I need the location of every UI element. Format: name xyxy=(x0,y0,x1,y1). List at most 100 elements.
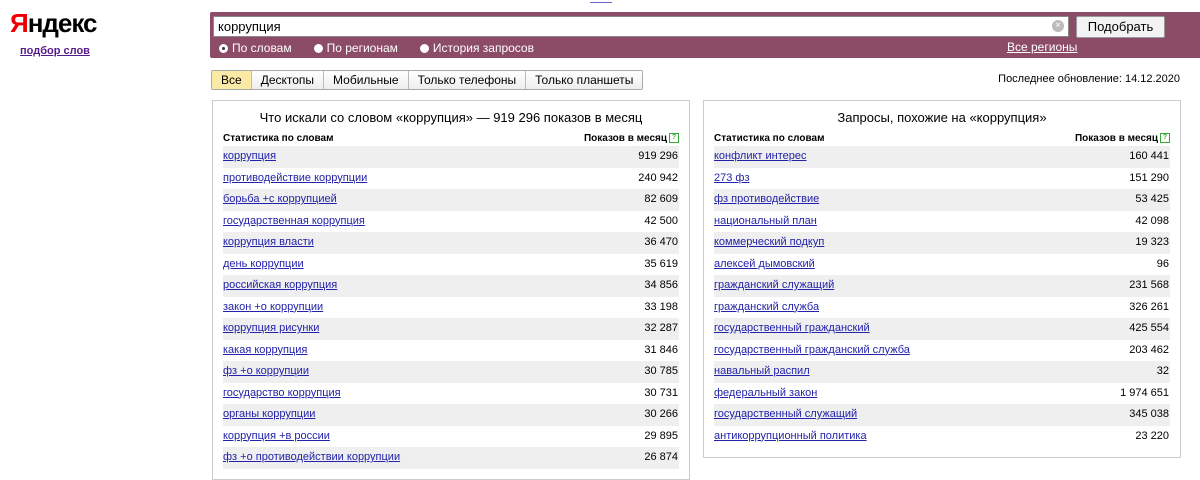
tab-mobile[interactable]: Мобильные xyxy=(323,71,408,89)
query-link[interactable]: коррупция власти xyxy=(223,232,314,254)
radio-dot-icon xyxy=(219,43,228,53)
query-link[interactable]: государственная коррупция xyxy=(223,211,365,233)
top-divider xyxy=(590,0,612,3)
radio-history[interactable]: История запросов xyxy=(419,41,534,55)
clear-icon[interactable]: × xyxy=(1052,20,1064,32)
query-link[interactable]: закон +о коррупции xyxy=(223,297,323,319)
all-regions-link[interactable]: Все регионы xyxy=(1007,40,1077,54)
table-row: какая коррупция 31 846 xyxy=(223,340,679,362)
table-row: коррупция +в россии 29 895 xyxy=(223,426,679,448)
shows-count: 231 568 xyxy=(1129,279,1169,291)
shows-count: 151 290 xyxy=(1129,171,1169,184)
query-link[interactable]: фз противодействие xyxy=(714,189,819,211)
radio-by-words[interactable]: По словам xyxy=(219,41,292,55)
column-header-shows: Показов в месяц? xyxy=(1075,132,1170,146)
shows-count: 32 287 xyxy=(644,322,678,334)
query-link[interactable]: органы коррупции xyxy=(223,404,315,426)
shows-count: 240 942 xyxy=(638,171,678,184)
query-link[interactable]: государство коррупция xyxy=(223,383,341,405)
help-icon[interactable]: ? xyxy=(669,133,679,144)
radio-by-regions[interactable]: По регионам xyxy=(313,41,398,55)
shows-count: 345 038 xyxy=(1129,408,1169,420)
table-row: конфликт интерес 160 441 xyxy=(714,146,1170,168)
table-row: алексей дымовский 96 xyxy=(714,254,1170,276)
table-row: 273 фз 151 290 xyxy=(714,168,1170,190)
yandex-logo[interactable]: Яндекс xyxy=(10,8,97,39)
query-link[interactable]: государственный гражданский xyxy=(714,318,870,340)
shows-count: 19 323 xyxy=(1135,236,1169,248)
radio-dot-icon xyxy=(313,43,323,53)
query-link[interactable]: 273 фз xyxy=(714,168,750,190)
table-row: противодействие коррупции 240 942 xyxy=(223,168,679,190)
left-panel: Что искали со словом «коррупция» — 919 2… xyxy=(212,100,690,480)
table-row: день коррупции 35 619 xyxy=(223,254,679,276)
query-link[interactable]: государственный служащий xyxy=(714,404,857,426)
shows-count: 42 500 xyxy=(644,214,678,227)
shows-count: 26 874 xyxy=(644,451,678,463)
tab-tablets[interactable]: Только планшеты xyxy=(525,71,643,89)
table-row: закон +о коррупции 33 198 xyxy=(223,297,679,319)
shows-count: 36 470 xyxy=(644,236,678,248)
shows-count: 1 974 651 xyxy=(1120,386,1169,399)
column-header-words: Статистика по словам xyxy=(714,133,825,144)
query-link[interactable]: национальный план xyxy=(714,211,817,233)
tab-all[interactable]: Все xyxy=(212,71,251,89)
table-row: фз +о противодействии коррупции 26 874 xyxy=(223,447,679,469)
tab-desktops[interactable]: Десктопы xyxy=(250,71,324,89)
query-link[interactable]: день коррупции xyxy=(223,254,304,276)
query-link[interactable]: гражданский служащий xyxy=(714,275,834,297)
table-row: государственная коррупция 42 500 xyxy=(223,211,679,233)
wordstat-link[interactable]: подбор слов xyxy=(20,45,90,57)
query-link[interactable]: антикоррупционный политика xyxy=(714,426,867,448)
shows-count: 160 441 xyxy=(1129,150,1169,162)
query-link[interactable]: российская коррупция xyxy=(223,275,337,297)
query-link[interactable]: коррупция xyxy=(223,146,276,168)
table-row: гражданский служащий 231 568 xyxy=(714,275,1170,297)
query-link[interactable]: алексей дымовский xyxy=(714,254,815,276)
query-link[interactable]: федеральный закон xyxy=(714,383,817,405)
query-link[interactable]: государственный гражданский служба xyxy=(714,340,910,362)
panel-title: Что искали со словом «коррупция» — 919 2… xyxy=(259,110,643,125)
table-row: антикоррупционный политика 23 220 xyxy=(714,426,1170,448)
query-link[interactable]: борьба +с коррупцией xyxy=(223,189,337,211)
shows-count: 33 198 xyxy=(644,300,678,313)
query-link[interactable]: фз +о коррупции xyxy=(223,361,309,383)
shows-count: 919 296 xyxy=(638,150,678,162)
table-row: коррупция 919 296 xyxy=(223,146,679,168)
column-header-shows: Показов в месяц? xyxy=(584,132,679,146)
query-link[interactable]: противодействие коррупции xyxy=(223,168,367,190)
table-row: гражданский служба 326 261 xyxy=(714,297,1170,319)
query-link[interactable]: какая коррупция xyxy=(223,340,307,362)
find-button[interactable]: Подобрать xyxy=(1076,16,1165,38)
logo-text: ндекс xyxy=(27,8,98,38)
right-panel: Запросы, похожие на «коррупция» Статисти… xyxy=(703,100,1181,458)
shows-count: 34 856 xyxy=(644,279,678,291)
tab-phones[interactable]: Только телефоны xyxy=(407,71,526,89)
radio-label: По регионам xyxy=(326,41,398,55)
search-box: × xyxy=(213,16,1069,37)
query-link[interactable]: коррупция +в россии xyxy=(223,426,330,448)
table-header: Статистика по словам Показов в месяц? xyxy=(213,132,689,146)
table-row: фз противодействие 53 425 xyxy=(714,189,1170,211)
table-row: национальный план 42 098 xyxy=(714,211,1170,233)
query-link[interactable]: гражданский служба xyxy=(714,297,819,319)
query-link[interactable]: конфликт интерес xyxy=(714,146,807,168)
table-row: государственный гражданский служба 203 46… xyxy=(714,340,1170,362)
shows-count: 30 266 xyxy=(644,408,678,420)
search-input[interactable] xyxy=(214,17,1042,36)
help-icon[interactable]: ? xyxy=(1160,133,1170,144)
radio-label: По словам xyxy=(232,41,292,55)
radio-label: История запросов xyxy=(432,41,534,55)
shows-count: 35 619 xyxy=(644,257,678,270)
table-row: российская коррупция 34 856 xyxy=(223,275,679,297)
query-link[interactable]: коммерческий подкуп xyxy=(714,232,824,254)
shows-count: 32 xyxy=(1156,365,1169,377)
query-link[interactable]: коррупция рисунки xyxy=(223,318,319,340)
shows-count: 42 098 xyxy=(1135,214,1169,227)
shows-count: 425 554 xyxy=(1129,322,1169,334)
shows-count: 53 425 xyxy=(1135,193,1169,205)
search-mode-radios: По словам По регионам История запросов xyxy=(219,41,534,55)
query-link[interactable]: фз +о противодействии коррупции xyxy=(223,447,400,469)
table-row: коррупция власти 36 470 xyxy=(223,232,679,254)
query-link[interactable]: навальный распил xyxy=(714,361,810,383)
